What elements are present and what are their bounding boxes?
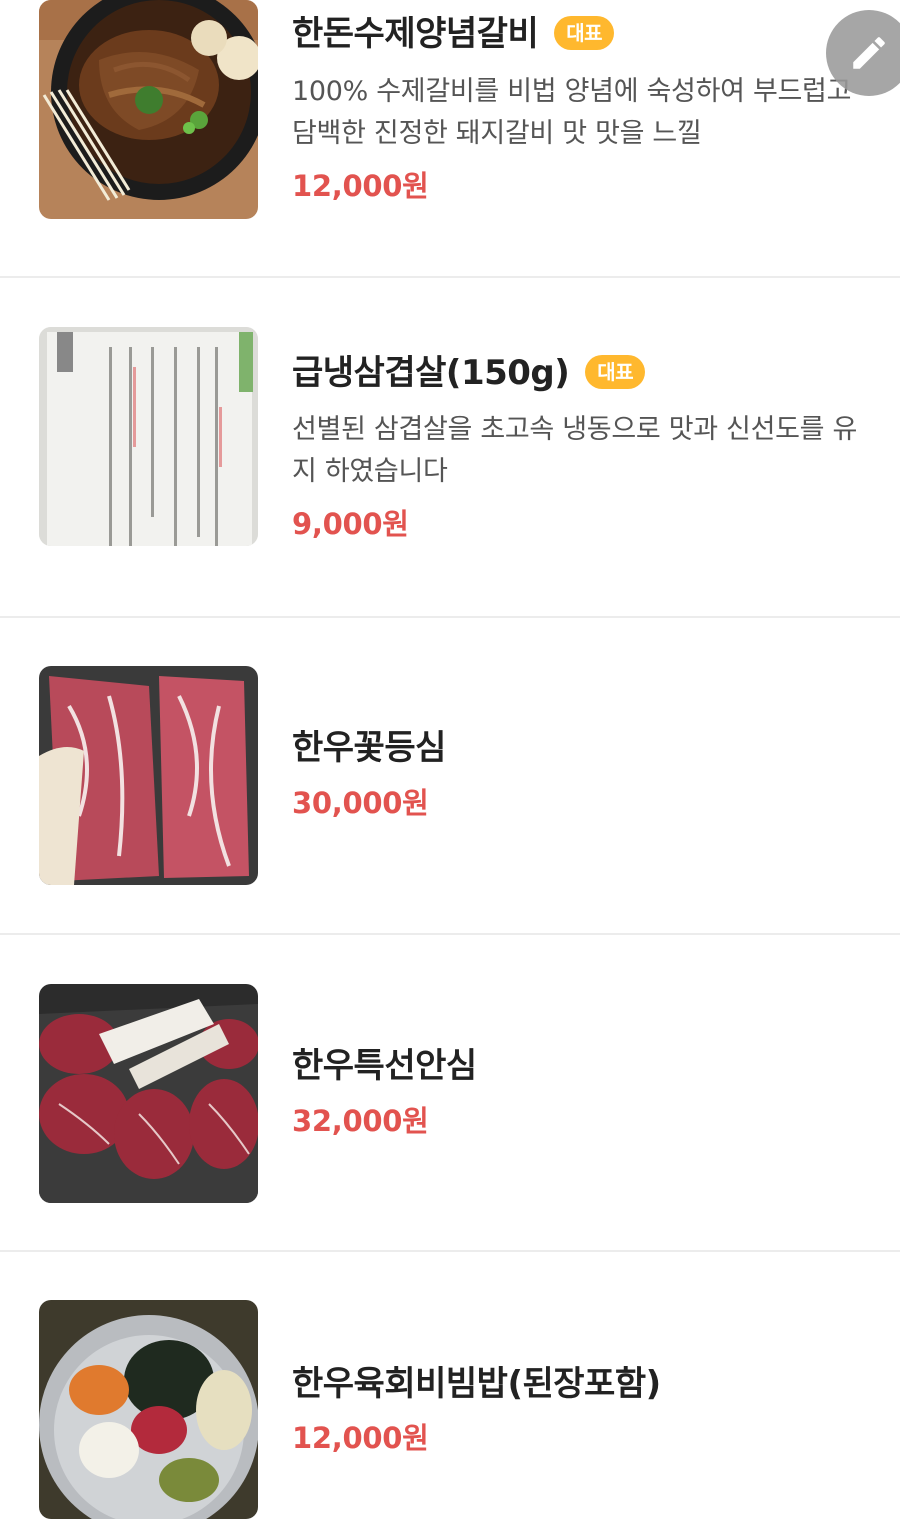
menu-item-price: 12,000원 (292, 1421, 429, 1455)
menu-item[interactable]: 급냉삼겹살(150g) 대표 선별된 삼겹살을 초고속 냉동으로 맛과 신선도를 … (0, 278, 900, 616)
yukhoe-bibimbap-photo (39, 1300, 258, 1519)
menu-item-price: 32,000원 (292, 1104, 429, 1138)
menu-item-name-text: 급냉삼겹살(150g) (292, 353, 570, 393)
menu-item-name: 한우특선안심 (292, 1046, 477, 1086)
menu-item-description: 100% 수제갈비를 비법 양념에 숙성하여 부드럽고 담백한 진정한 돼지갈비… (292, 76, 852, 149)
menu-item-name: 급냉삼겹살(150g) 대표 (292, 353, 646, 393)
hanwoo-sirloin-photo (39, 666, 258, 885)
menu-item-price: 30,000원 (292, 786, 429, 820)
menu-item-name-text: 한돈수제양념갈비 (292, 14, 539, 54)
menu-item[interactable]: 한돈수제양념갈비 대표 100% 수제갈비를 비법 양념에 숙성하여 부드럽고 담… (0, 0, 900, 278)
marinated-pork-galbi-photo (39, 0, 258, 219)
menu-item-name: 한돈수제양념갈비 대표 (292, 14, 615, 54)
menu-item-name: 한우꽃등심 (292, 728, 446, 768)
menu-item[interactable]: 한우특선안심 32,000원 (0, 935, 900, 1250)
pencil-icon (853, 37, 885, 69)
signature-badge: 대표 (554, 15, 615, 50)
hanwoo-tenderloin-photo (39, 984, 258, 1203)
signature-badge: 대표 (585, 354, 646, 389)
menu-item[interactable]: 한우꽃등심 30,000원 (0, 618, 900, 933)
menu-item-name: 한우육회비빔밥(된장포함) (292, 1364, 661, 1404)
menu-item-description: 선별된 삼겹살을 초고속 냉동으로 맛과 신선도를 유지 하였습니다 (292, 414, 858, 487)
menu-item-price: 9,000원 (292, 507, 409, 541)
menu-item[interactable]: 한우육회비빔밥(된장포함) 12,000원 (0, 1252, 900, 1519)
printed-menu-photo (39, 327, 258, 546)
menu-item-price: 12,000원 (292, 169, 429, 203)
